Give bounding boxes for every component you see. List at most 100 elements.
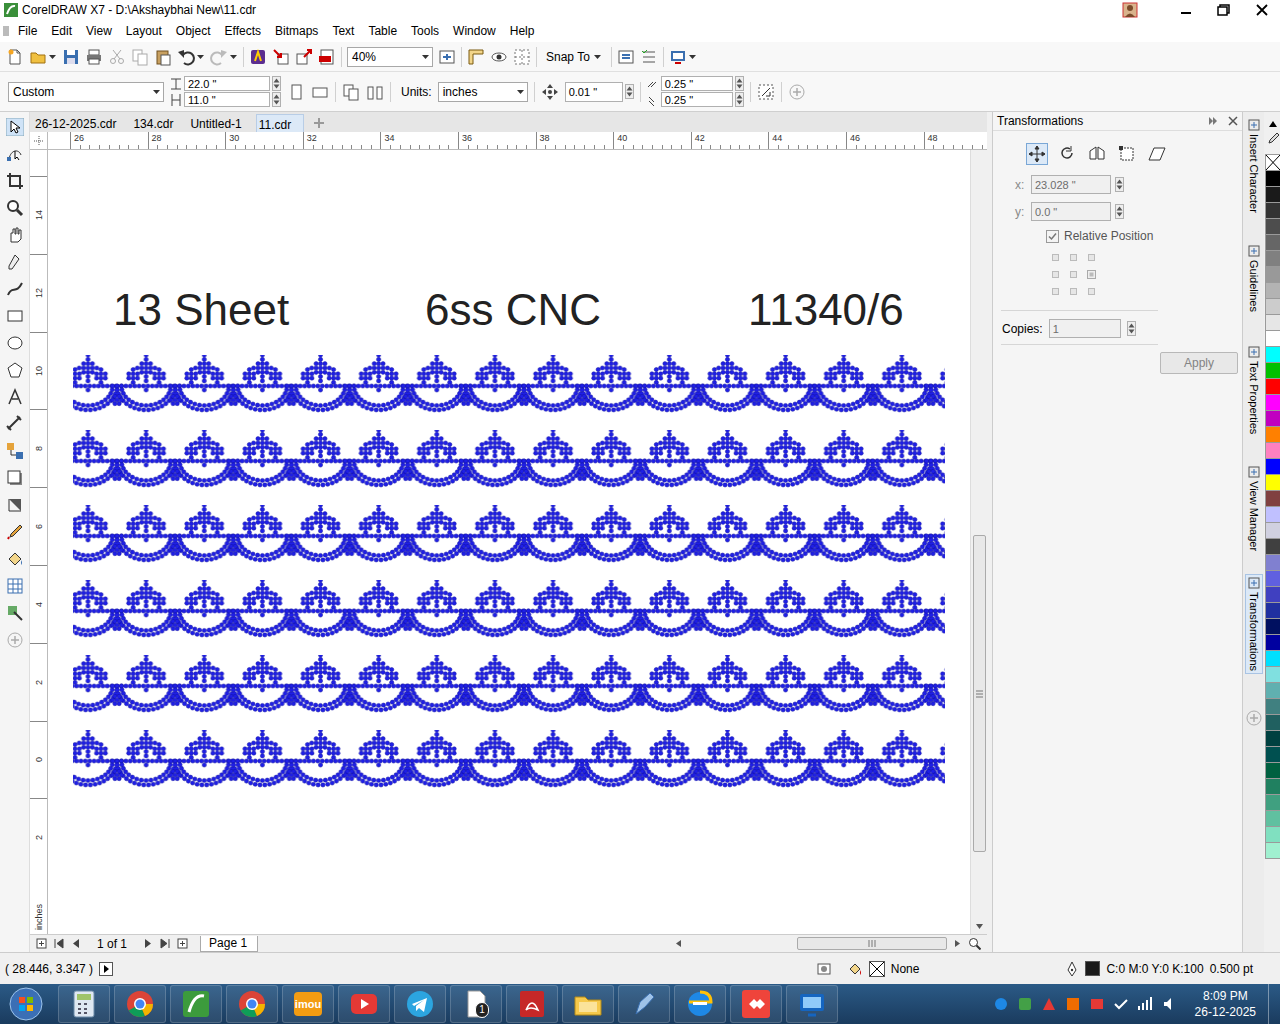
color-swatch[interactable] bbox=[1265, 426, 1280, 443]
color-swatch[interactable] bbox=[1265, 682, 1280, 699]
canvas-text[interactable]: 13 Sheet bbox=[113, 284, 425, 336]
dropdown-arrow-icon[interactable] bbox=[48, 49, 57, 65]
landscape-page-button[interactable] bbox=[311, 83, 329, 101]
color-swatch[interactable] bbox=[1265, 314, 1280, 331]
shape-tool-icon[interactable] bbox=[6, 145, 24, 163]
anchor-point-icon[interactable] bbox=[1087, 270, 1096, 279]
document-tab[interactable]: 134.cdr bbox=[130, 114, 186, 132]
rotate-mode-icon[interactable] bbox=[1057, 144, 1077, 164]
x-position-field[interactable]: 23.028 " bbox=[1031, 175, 1111, 194]
spin-up-icon[interactable] bbox=[1116, 206, 1123, 211]
duplicate-y-field-value[interactable]: 0.25 " bbox=[665, 94, 693, 106]
redo-arrow-button[interactable] bbox=[210, 48, 238, 66]
anchor-grid[interactable] bbox=[1046, 249, 1242, 300]
lace-pattern-row[interactable] bbox=[73, 655, 945, 715]
docker-tab-label[interactable]: Guidelines bbox=[1247, 260, 1261, 312]
anchor-point-icon[interactable] bbox=[1051, 287, 1060, 296]
app-label[interactable]: imou bbox=[283, 998, 333, 1010]
system-tray-icon[interactable] bbox=[1113, 996, 1129, 1012]
color-swatch[interactable] bbox=[1265, 618, 1280, 635]
page-size-combo[interactable]: Custom bbox=[8, 82, 164, 102]
color-swatch[interactable] bbox=[1265, 666, 1280, 683]
apply-button[interactable]: Apply bbox=[1160, 352, 1238, 374]
all-pages-button[interactable] bbox=[342, 83, 360, 101]
system-tray-icon[interactable] bbox=[1137, 996, 1153, 1012]
relative-position-checkbox[interactable] bbox=[1046, 230, 1059, 243]
horizontal-ruler[interactable]: 262830323436384042444648inches bbox=[30, 132, 987, 150]
transform-mode-button[interactable] bbox=[1026, 143, 1048, 165]
new-tab-plus-icon[interactable] bbox=[311, 115, 327, 131]
docker-tab-label[interactable]: Text Properties bbox=[1247, 361, 1261, 434]
position-mode-icon[interactable] bbox=[1027, 144, 1047, 164]
nudge-field[interactable]: 0.01 " bbox=[565, 82, 623, 102]
color-swatch[interactable] bbox=[1265, 538, 1280, 555]
new-document-button[interactable] bbox=[6, 48, 24, 66]
taskbar-app[interactable] bbox=[394, 985, 446, 1023]
connector-tool-icon[interactable] bbox=[6, 442, 24, 460]
redo-arrow-icon[interactable] bbox=[210, 48, 228, 66]
menu-item[interactable]: Bitmaps bbox=[269, 22, 326, 40]
landscape-page-icon[interactable] bbox=[311, 83, 329, 101]
scale-mirror-icon[interactable] bbox=[1087, 144, 1107, 164]
skew-mode-icon[interactable] bbox=[1147, 144, 1167, 164]
publish-pdf-icon[interactable] bbox=[318, 48, 336, 66]
color-swatch[interactable] bbox=[1265, 490, 1280, 507]
grid-button[interactable] bbox=[513, 48, 531, 66]
last-page-icon[interactable] bbox=[160, 938, 171, 949]
current-page-icon[interactable] bbox=[366, 83, 384, 101]
anchor-point-icon[interactable] bbox=[1069, 287, 1078, 296]
anchor-point-icon[interactable] bbox=[1087, 253, 1096, 262]
scissors-button[interactable] bbox=[108, 48, 126, 66]
duplicate-y-field[interactable]: 0.25 " bbox=[661, 92, 733, 107]
options-icon[interactable] bbox=[617, 48, 635, 66]
menu-item[interactable]: Tools bbox=[405, 22, 447, 40]
menu-item[interactable]: Text bbox=[326, 22, 362, 40]
copies-value[interactable]: 1 bbox=[1053, 323, 1059, 335]
treat-as-filled-icon[interactable] bbox=[757, 83, 775, 101]
color-swatch[interactable] bbox=[1265, 362, 1280, 379]
rulers-icon[interactable] bbox=[467, 48, 485, 66]
vertical-ruler[interactable]: 141210864202inches bbox=[30, 150, 48, 934]
pan-tool-icon[interactable] bbox=[6, 226, 24, 244]
publish-pdf-button[interactable] bbox=[318, 48, 336, 66]
page-size-value[interactable]: Custom bbox=[13, 85, 54, 99]
next-page-icon[interactable] bbox=[143, 938, 154, 949]
color-swatch[interactable] bbox=[1265, 458, 1280, 475]
rectangle-tool-icon[interactable] bbox=[6, 307, 24, 325]
export-button[interactable] bbox=[295, 48, 313, 66]
artistic-media-icon[interactable] bbox=[6, 280, 24, 298]
taskbar-app[interactable] bbox=[226, 985, 278, 1023]
page-width-field-value[interactable]: 22.0 " bbox=[188, 78, 216, 90]
color-swatch[interactable] bbox=[1265, 474, 1280, 491]
transform-mode-button[interactable] bbox=[1086, 143, 1108, 165]
system-tray-icon[interactable] bbox=[1161, 996, 1177, 1012]
zoom-tool-icon[interactable] bbox=[6, 199, 24, 217]
spin-up-icon[interactable] bbox=[273, 78, 280, 83]
color-swatch[interactable] bbox=[1265, 730, 1280, 747]
docker-tab[interactable]: Insert Character bbox=[1245, 116, 1263, 216]
taskbar-app[interactable] bbox=[338, 985, 390, 1023]
color-swatch[interactable] bbox=[1265, 234, 1280, 251]
docker-tab[interactable]: View Manager bbox=[1245, 463, 1263, 554]
color-swatch[interactable] bbox=[1265, 714, 1280, 731]
dimension-tool-icon[interactable] bbox=[6, 415, 24, 433]
lace-pattern-row[interactable] bbox=[73, 505, 945, 565]
spin-down-icon[interactable] bbox=[626, 92, 633, 97]
color-swatch[interactable] bbox=[1265, 634, 1280, 651]
color-swatch[interactable] bbox=[1265, 778, 1280, 795]
y-position-field[interactable]: 0.0 " bbox=[1031, 202, 1111, 221]
taskbar-app[interactable] bbox=[786, 985, 838, 1023]
system-tray-icon[interactable] bbox=[993, 996, 1009, 1012]
options-button[interactable] bbox=[617, 48, 635, 66]
freehand-tool-icon[interactable] bbox=[6, 253, 24, 271]
full-screen-icon[interactable] bbox=[438, 48, 456, 66]
spin-down-icon[interactable] bbox=[736, 84, 743, 89]
close-docker-icon[interactable] bbox=[1228, 116, 1238, 126]
text-tool-icon[interactable] bbox=[6, 388, 24, 406]
spin-buttons[interactable] bbox=[1127, 321, 1136, 336]
color-swatch[interactable] bbox=[1265, 826, 1280, 843]
dropdown-arrow-icon[interactable] bbox=[229, 49, 238, 65]
spin-up-icon[interactable] bbox=[273, 94, 280, 99]
page-tab[interactable]: Page 1 bbox=[200, 936, 258, 952]
outline-pen-icon[interactable] bbox=[1065, 961, 1079, 977]
